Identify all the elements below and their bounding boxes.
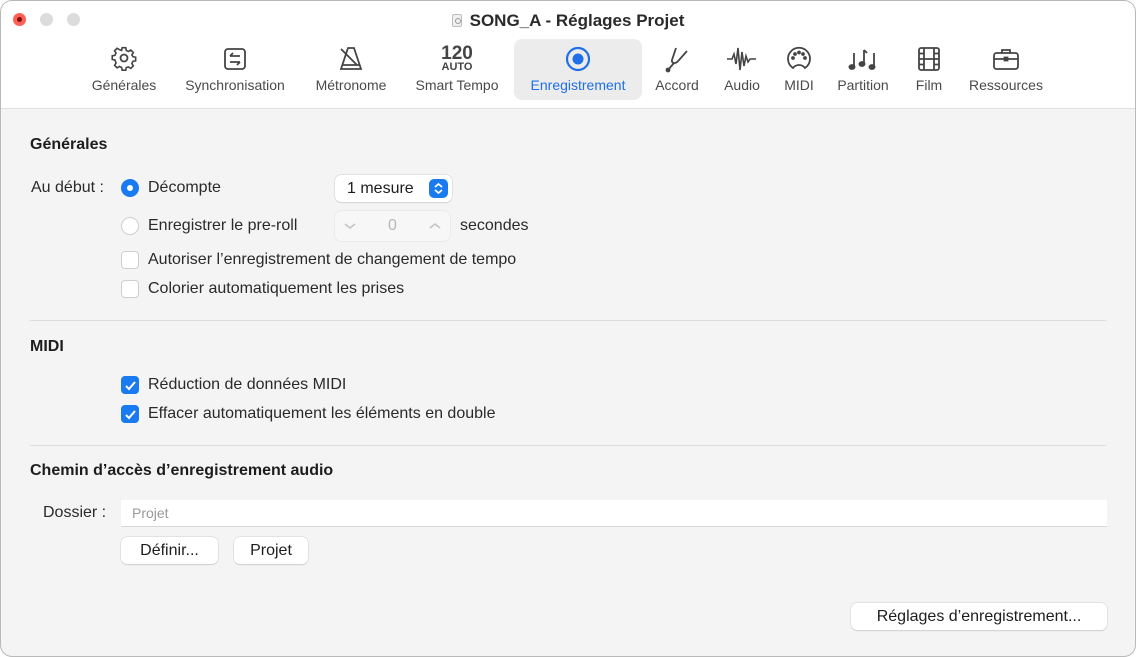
sync-icon <box>224 48 246 70</box>
tab-accord[interactable]: Accord <box>647 39 707 100</box>
tab-label: Synchronisation <box>185 77 285 93</box>
tab-label: Accord <box>655 77 699 93</box>
tempo-value: 120 <box>441 43 473 64</box>
tab-label: Partition <box>837 77 889 93</box>
tab-audio[interactable]: Audio <box>713 39 771 100</box>
midi-data-reduction-label[interactable]: Réduction de données MIDI <box>148 376 346 394</box>
tab-metronome[interactable]: Métronome <box>305 39 397 100</box>
tempo-change-label[interactable]: Autoriser l’enregistrement de changement… <box>148 251 516 269</box>
auto-color-checkbox[interactable] <box>121 280 139 298</box>
record-icon <box>565 46 591 72</box>
tab-midi[interactable]: MIDI <box>777 39 821 100</box>
tab-synchronisation[interactable]: Synchronisation <box>173 39 297 100</box>
tab-label: Enregistrement <box>530 77 626 93</box>
project-settings-window: SONG_A - Réglages Projet Générales Synch… <box>0 0 1136 657</box>
section-divider <box>30 445 1106 446</box>
preroll-stepper[interactable]: 0 <box>335 211 450 241</box>
tab-label: Smart Tempo <box>415 77 499 93</box>
folder-path-field[interactable]: Projet <box>121 500 1107 527</box>
tempo-change-checkbox[interactable] <box>121 251 139 269</box>
settings-toolbar: Générales Synchronisation Métronome 120 … <box>1 39 1135 101</box>
music-notes-icon <box>848 49 876 70</box>
tempo-icon: 120 AUTO <box>441 43 473 75</box>
section-title-generales: Générales <box>30 136 108 153</box>
tab-ressources[interactable]: Ressources <box>959 39 1053 100</box>
checkmark-icon <box>125 410 136 420</box>
chevron-up-down-icon <box>429 179 448 198</box>
tuning-fork-icon <box>665 47 688 73</box>
tab-label: Ressources <box>969 77 1043 93</box>
recording-settings-button[interactable]: Réglages d’enregistrement... <box>851 603 1107 630</box>
briefcase-icon <box>993 49 1019 70</box>
window-title-text: SONG_A - Réglages Projet <box>469 11 685 30</box>
auto-color-label[interactable]: Colorier automatiquement les prises <box>148 280 404 298</box>
film-icon <box>918 47 940 71</box>
project-button[interactable]: Projet <box>234 537 308 564</box>
tab-label: Générales <box>91 77 157 93</box>
folder-label: Dossier : <box>43 504 107 521</box>
auto-delete-duplicates-checkbox[interactable] <box>121 405 139 423</box>
midi-port-icon <box>787 46 811 70</box>
chevron-up-icon[interactable] <box>428 221 442 231</box>
section-divider <box>30 320 1106 321</box>
midi-data-reduction-checkbox[interactable] <box>121 376 139 394</box>
countin-value: 1 mesure <box>347 180 414 197</box>
tab-label: Film <box>915 77 943 93</box>
gear-icon <box>111 46 137 72</box>
preroll-radio[interactable] <box>121 217 139 235</box>
window-title: SONG_A - Réglages Projet <box>1 11 1135 31</box>
metronome-icon <box>339 47 363 70</box>
countin-label[interactable]: Décompte <box>148 179 221 197</box>
tab-film[interactable]: Film <box>905 39 953 100</box>
checkmark-icon <box>125 381 136 391</box>
tab-partition[interactable]: Partition <box>829 39 897 100</box>
tab-label: Audio <box>724 77 760 93</box>
tab-label: Métronome <box>315 77 387 93</box>
define-button[interactable]: Définir... <box>121 537 218 564</box>
waveform-icon <box>727 47 756 71</box>
section-title-midi: MIDI <box>30 338 64 355</box>
tempo-mode: AUTO <box>441 61 473 73</box>
tab-enregistrement[interactable]: Enregistrement <box>514 39 642 100</box>
tab-label: MIDI <box>784 77 814 93</box>
preroll-label[interactable]: Enregistrer le pre-roll <box>148 217 297 235</box>
settings-content: Générales Au début : Décompte 1 mesure E… <box>1 110 1135 656</box>
start-label: Au début : <box>31 179 104 196</box>
auto-delete-duplicates-label[interactable]: Effacer automatiquement les éléments en … <box>148 405 495 423</box>
countin-radio[interactable] <box>121 179 139 197</box>
section-title-audio-path: Chemin d’accès d’enregistrement audio <box>30 462 334 479</box>
preroll-unit: secondes <box>460 217 529 234</box>
titlebar: SONG_A - Réglages Projet Générales Synch… <box>1 1 1135 109</box>
countin-popup[interactable]: 1 mesure <box>335 175 452 202</box>
document-icon <box>451 14 462 27</box>
tab-generales[interactable]: Générales <box>83 39 165 100</box>
tab-smart-tempo[interactable]: 120 AUTO Smart Tempo <box>405 39 509 100</box>
